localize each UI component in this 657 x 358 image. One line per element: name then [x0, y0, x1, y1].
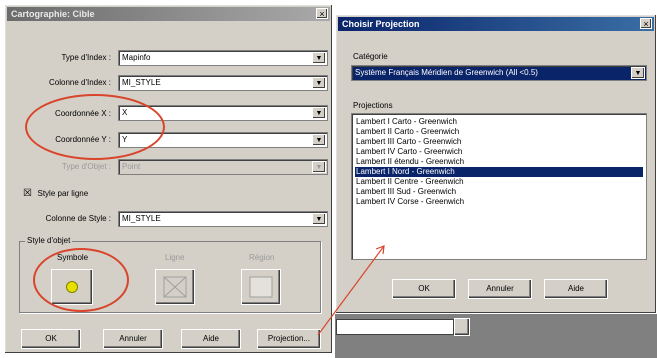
annotation-arrow — [317, 245, 385, 336]
